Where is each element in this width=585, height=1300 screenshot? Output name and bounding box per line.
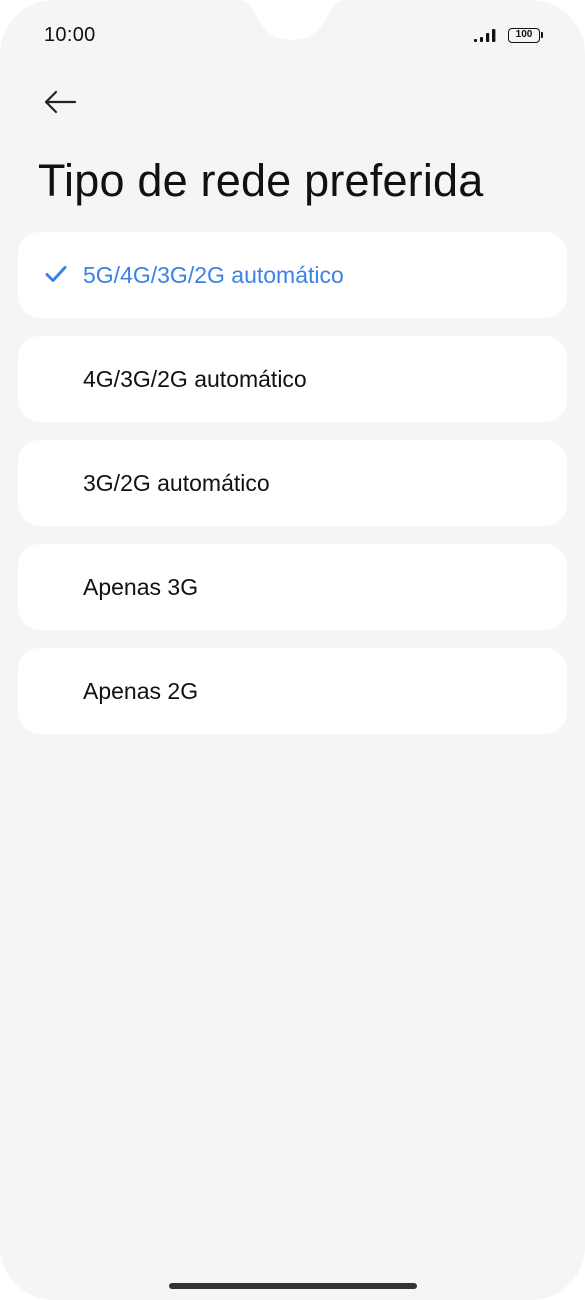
checkmark-icon: [45, 266, 67, 282]
page-title: Tipo de rede preferida: [38, 155, 484, 206]
option-label: 4G/3G/2G automático: [83, 365, 307, 392]
battery-icon: 100: [508, 27, 543, 43]
option-label: Apenas 2G: [83, 677, 199, 704]
option-3g-2g-auto[interactable]: 3G/2G automático: [18, 440, 567, 526]
option-label: Apenas 3G: [83, 573, 199, 600]
status-icons: 100: [474, 27, 543, 43]
battery-tip: [541, 32, 543, 38]
option-5g-4g-3g-2g-auto[interactable]: 5G/4G/3G/2G automático: [18, 232, 567, 318]
option-label: 5G/4G/3G/2G automático: [83, 261, 344, 288]
option-2g-only[interactable]: Apenas 2G: [18, 648, 567, 734]
signal-bars-icon: [474, 29, 496, 42]
option-4g-3g-2g-auto[interactable]: 4G/3G/2G automático: [18, 336, 567, 422]
home-indicator[interactable]: [169, 1283, 417, 1289]
arrow-left-icon: [44, 90, 77, 114]
battery-level: 100: [508, 27, 540, 43]
back-button[interactable]: [36, 80, 84, 124]
option-label: 3G/2G automático: [83, 469, 270, 496]
network-type-list: 5G/4G/3G/2G automático 4G/3G/2G automáti…: [18, 232, 567, 734]
status-bar: 10:00 100: [0, 0, 585, 72]
status-time: 10:00: [44, 24, 96, 46]
phone-screen: 10:00 100 Tipo de rede preferida 5G/4G/3…: [0, 0, 585, 1300]
option-3g-only[interactable]: Apenas 3G: [18, 544, 567, 630]
